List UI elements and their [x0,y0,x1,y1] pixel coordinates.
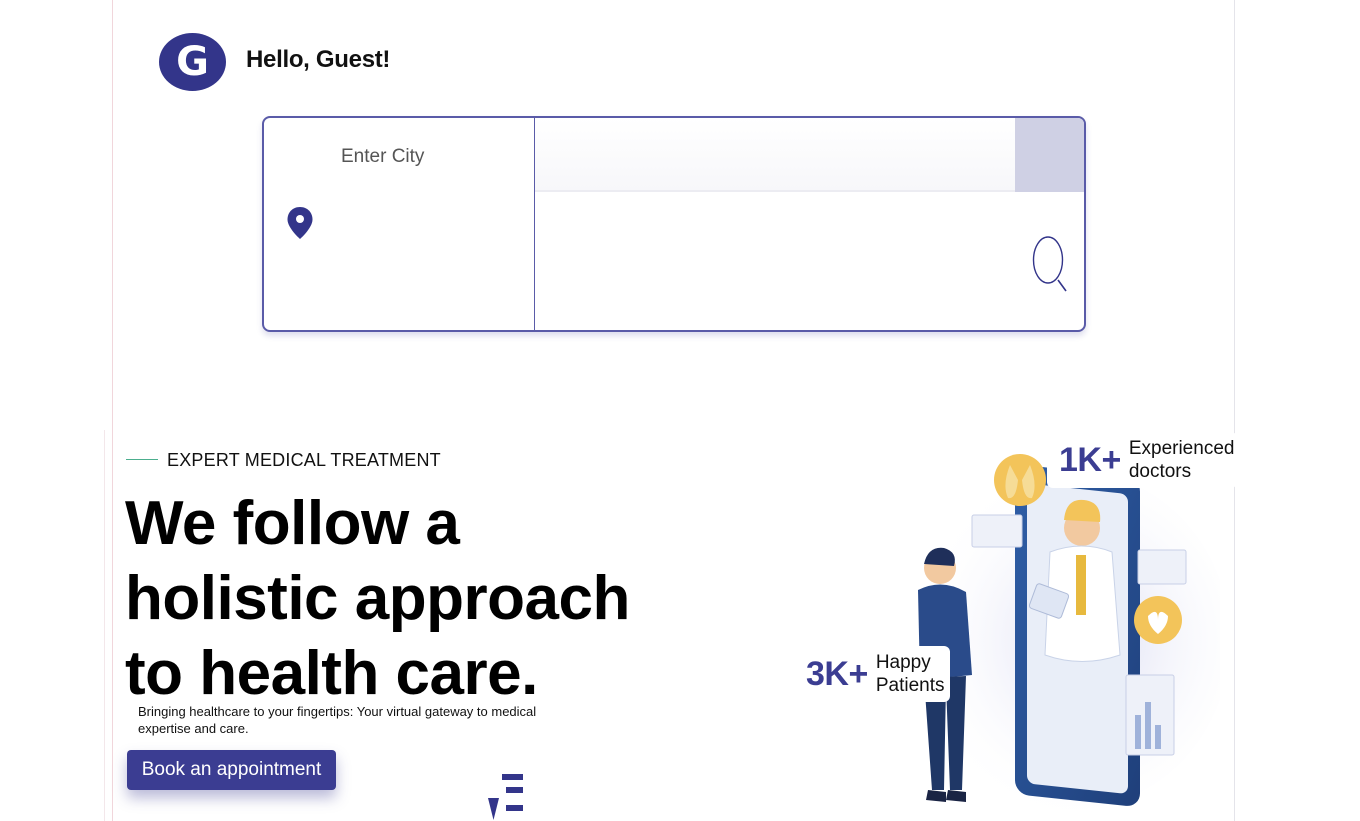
avatar-initial: G [176,39,209,85]
eyebrow-divider [126,459,158,460]
search-query-input[interactable] [535,118,1015,192]
stat-happy-patients: 3K+ Happy Patients [802,646,950,702]
eyebrow-text: EXPERT MEDICAL TREATMENT [167,450,441,470]
page: G Hello, Guest! Enter City EXPERT MEDICA… [0,0,1360,821]
headline-line-1: We follow a [125,489,460,558]
stat-label: Happy Patients [875,652,945,696]
stat-experienced-doctors: 1K+ Experienced doctors [1047,432,1237,488]
hero-headline: We follow a holistic approach to health … [125,486,745,711]
frame-border-left [112,0,113,821]
search-panel: Enter City [262,116,1086,332]
city-input[interactable]: Enter City [341,146,424,168]
search-field-button[interactable] [1015,118,1084,192]
stat-number: 1K+ [1059,440,1121,479]
frame-border-right [1234,0,1235,821]
greeting-text: Hello, Guest! [246,46,391,73]
logo-mark-icon [488,774,523,820]
hero-subtitle: Bringing healthcare to your fingertips: … [138,704,537,736]
query-area [535,118,1084,330]
avatar[interactable]: G [159,33,226,91]
headline-line-3: to health care. [125,639,538,708]
doctor-illustration [910,454,1220,810]
headline-line-2: holistic approach [125,564,630,633]
frame-border-left-lower [104,430,105,821]
stat-number: 3K+ [806,654,868,693]
stat-label: Experienced doctors [1128,438,1235,482]
book-appointment-button[interactable]: Book an appointment [127,750,336,790]
map-pin-icon [287,207,313,239]
city-selector[interactable]: Enter City [264,118,535,330]
search-icon[interactable] [1031,235,1071,293]
